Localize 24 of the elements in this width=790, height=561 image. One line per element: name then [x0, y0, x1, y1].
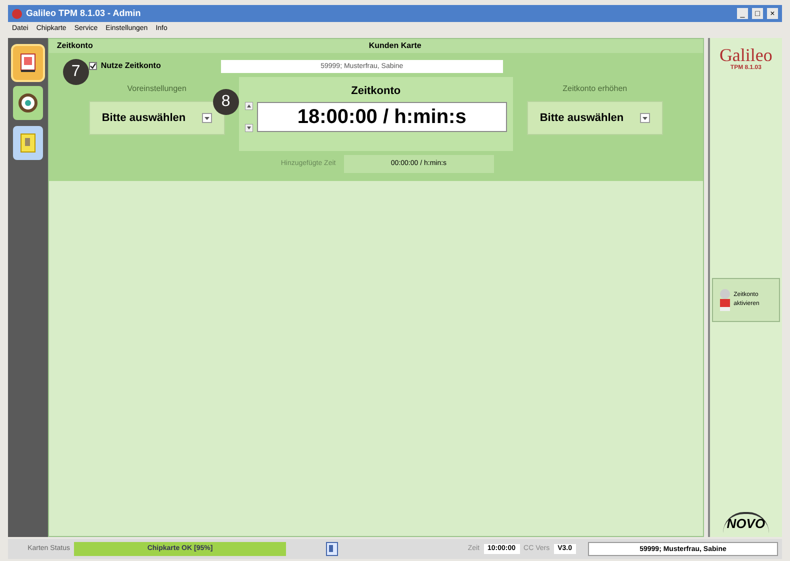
window-control[interactable]: _ [737, 8, 748, 19]
window-title: Galileo TPM 8.1.03 - Admin [26, 6, 141, 20]
increase-dropdown[interactable]: Bitte auswählen [526, 101, 663, 135]
brand-logo: NOVO [722, 512, 770, 533]
window-control[interactable]: □ [752, 8, 763, 19]
document-icon [20, 133, 36, 153]
window-control[interactable]: × [767, 8, 778, 19]
panel-title: Zeitkonto [56, 40, 93, 52]
checkbox[interactable] [88, 62, 97, 70]
toolbar-button[interactable] [12, 46, 43, 80]
app-icon [12, 8, 22, 18]
spin-down-icon[interactable] [244, 124, 253, 132]
account-field[interactable]: 18:00:00 / h:min:s [256, 102, 507, 132]
card-icon [20, 53, 36, 73]
logo: Galileo [719, 46, 772, 64]
increase-label: Zeitkonto erhöhen [562, 83, 628, 95]
document-icon [326, 542, 338, 556]
toolbar-button[interactable] [12, 86, 43, 120]
presets-label: Voreinstellungen [127, 83, 186, 95]
checkbox-label: Nutze Zeitkonto [100, 60, 161, 72]
panel-heading: Kunden Karte [368, 40, 422, 52]
clock-icon [18, 93, 38, 113]
account-label: Zeitkonto [351, 84, 401, 99]
spin-up-icon[interactable] [244, 102, 253, 110]
